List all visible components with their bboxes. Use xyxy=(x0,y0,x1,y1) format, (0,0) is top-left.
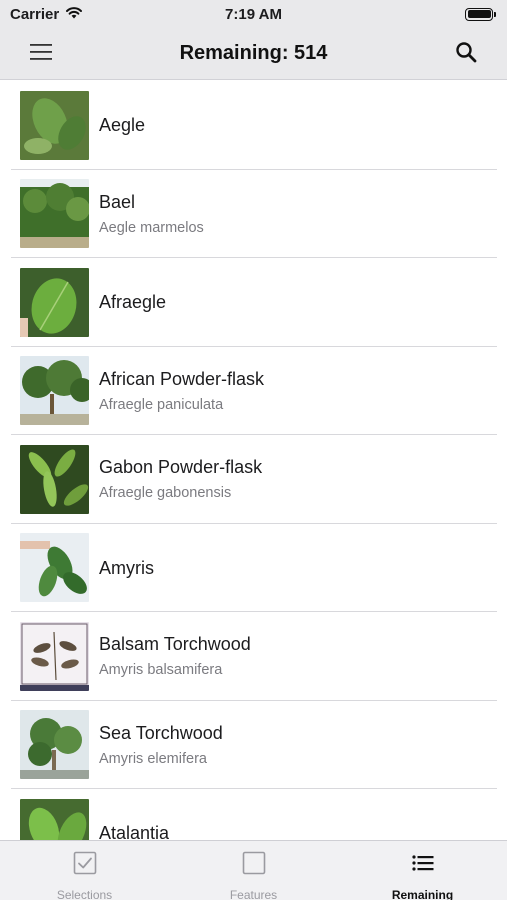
list-item[interactable]: Gabon Powder-flask Afraegle gabonensis xyxy=(0,435,507,524)
plant-thumbnail xyxy=(20,356,89,426)
list-item-title: Afraegle xyxy=(99,292,167,313)
list-item-title: Balsam Torchwood xyxy=(99,634,251,655)
list-item-title: Aegle xyxy=(99,115,146,136)
species-list[interactable]: Aegle Bael Aegle marmelos Afraegle Afric… xyxy=(0,81,507,840)
checkbox-empty-icon xyxy=(242,851,266,880)
list-item[interactable]: Sea Torchwood Amyris elemifera xyxy=(0,701,507,790)
tab-bar: Selections Features Remaining xyxy=(0,840,507,900)
list-item-text: Amyris xyxy=(99,557,154,579)
plant-thumbnail xyxy=(20,533,89,603)
list-item-text: Atalantia xyxy=(99,822,169,840)
search-button[interactable] xyxy=(442,28,490,80)
list-item-text: Gabon Powder-flask Afraegle gabonensis xyxy=(99,456,262,502)
plant-thumbnail xyxy=(20,710,89,780)
list-item-text: Aegle xyxy=(99,114,145,136)
tab-features[interactable]: Features xyxy=(169,841,338,900)
list-item-subtitle: Afraegle paniculata xyxy=(99,396,224,413)
status-left: Carrier xyxy=(10,6,83,23)
tab-label: Remaining xyxy=(391,888,454,900)
tab-remaining[interactable]: Remaining xyxy=(338,841,507,900)
status-bar: Carrier 7:19 AM xyxy=(0,0,507,28)
plant-thumbnail xyxy=(20,621,89,691)
list-item-title: Bael xyxy=(99,191,136,212)
wifi-icon xyxy=(65,6,83,23)
list-item-text: Sea Torchwood Amyris elemifera xyxy=(99,722,223,768)
navigation-bar: Remaining: 514 xyxy=(0,28,507,80)
carrier-label: Carrier xyxy=(10,5,60,23)
tab-label: Features xyxy=(229,888,278,900)
list-item-text: African Powder-flask Afraegle paniculata xyxy=(99,368,264,414)
list-item-subtitle: Aegle marmelos xyxy=(99,219,204,236)
plant-thumbnail xyxy=(20,90,89,160)
plant-thumbnail xyxy=(20,179,89,249)
checkbox-checked-icon xyxy=(73,851,97,880)
plant-thumbnail xyxy=(20,444,89,514)
plant-thumbnail xyxy=(20,798,89,840)
list-item-title: Amyris xyxy=(99,557,154,578)
list-item-title: Gabon Powder-flask xyxy=(99,457,263,478)
list-item[interactable]: Amyris xyxy=(0,524,507,613)
list-item-subtitle: Afraegle gabonensis xyxy=(99,485,232,502)
app-screen: Carrier 7:19 AM Remaining: 514 Aegle Bae… xyxy=(0,0,507,900)
page-title: Remaining: 514 xyxy=(179,42,328,64)
list-item[interactable]: Bael Aegle marmelos xyxy=(0,170,507,259)
search-icon xyxy=(455,41,477,68)
list-item[interactable]: Balsam Torchwood Amyris balsamifera xyxy=(0,612,507,701)
tab-label: Selections xyxy=(56,888,113,900)
list-item[interactable]: Atalantia xyxy=(0,789,507,840)
plant-thumbnail xyxy=(20,267,89,337)
list-item[interactable]: Aegle xyxy=(0,81,507,170)
list-item-text: Bael Aegle marmelos xyxy=(99,191,204,237)
list-item-text: Balsam Torchwood Amyris balsamifera xyxy=(99,633,251,679)
list-item-title: Sea Torchwood xyxy=(99,722,223,743)
list-item-subtitle: Amyris elemifera xyxy=(99,750,207,767)
menu-button[interactable] xyxy=(17,28,65,80)
list-item-subtitle: Amyris balsamifera xyxy=(99,662,223,679)
list-item[interactable]: African Powder-flask Afraegle paniculata xyxy=(0,347,507,436)
list-item-title: Atalantia xyxy=(99,823,170,840)
battery-icon xyxy=(465,7,496,21)
list-icon xyxy=(411,851,435,880)
list-item-title: African Powder-flask xyxy=(99,368,265,389)
list-item-text: Afraegle xyxy=(99,291,166,313)
list-item[interactable]: Afraegle xyxy=(0,258,507,347)
hamburger-menu-icon xyxy=(30,43,52,66)
tab-selections[interactable]: Selections xyxy=(0,841,169,900)
